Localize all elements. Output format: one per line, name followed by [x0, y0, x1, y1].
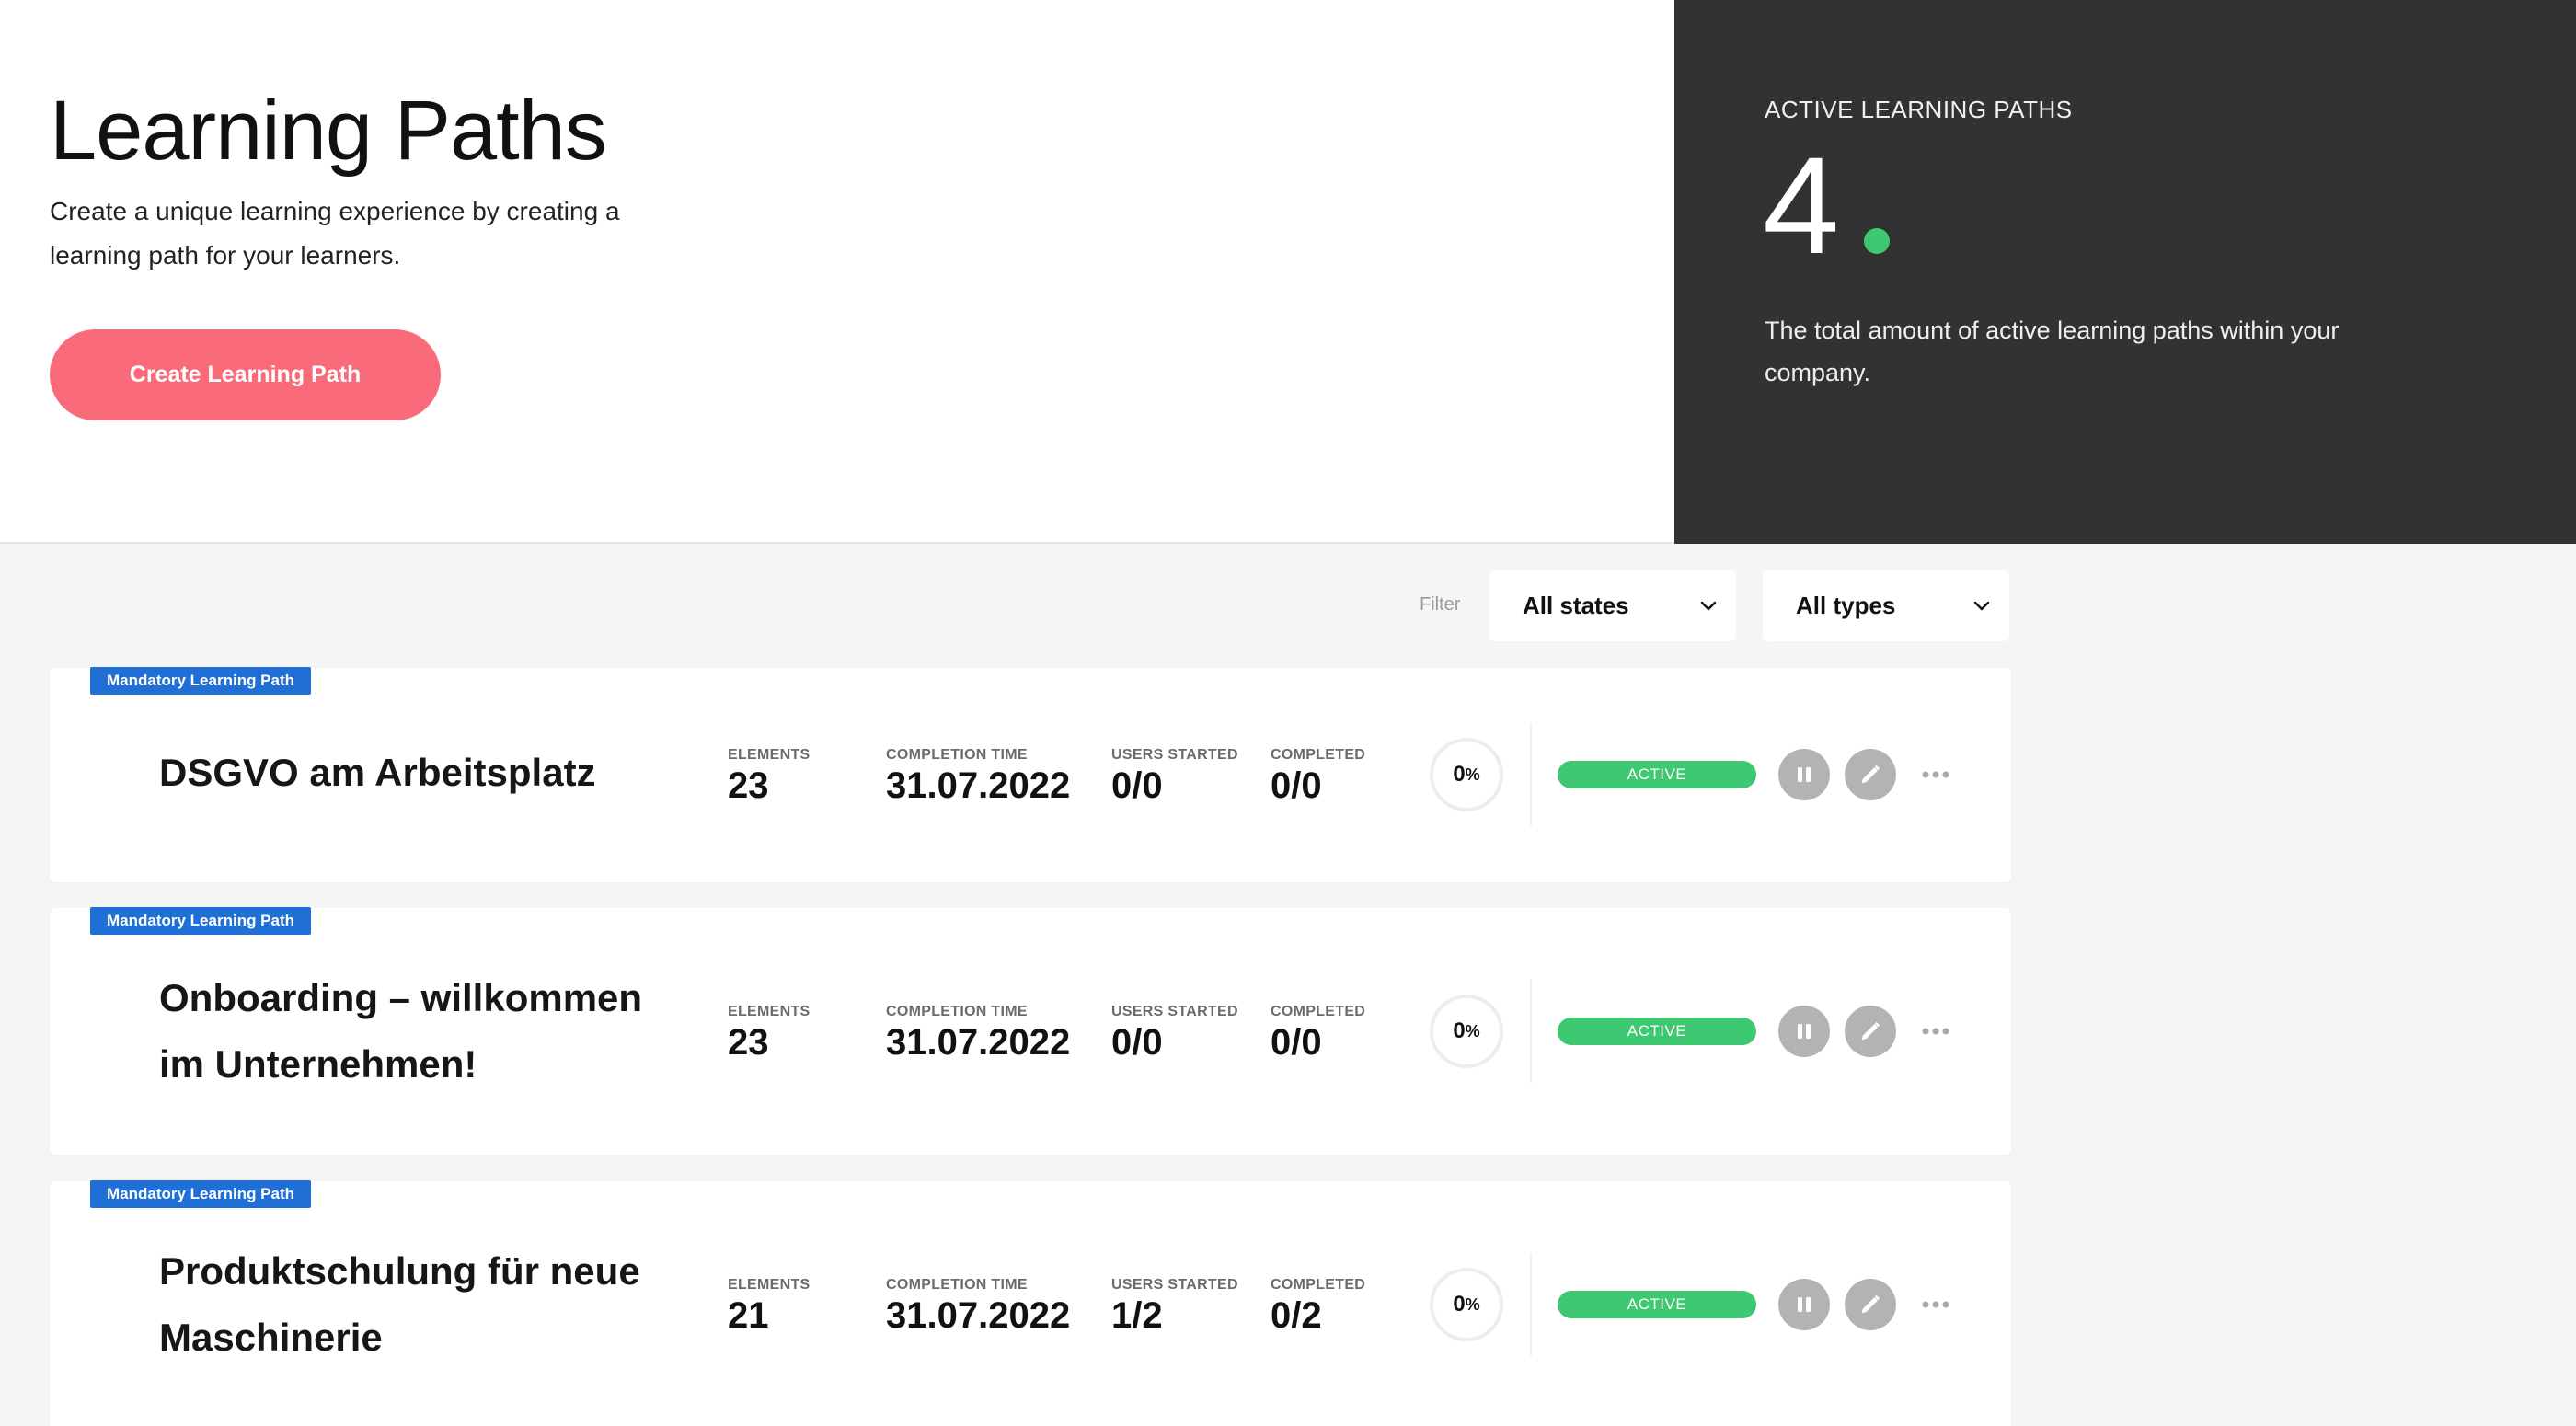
- status-badge: ACTIVE: [1558, 761, 1756, 788]
- completed-label: COMPLETED: [1271, 1277, 1366, 1293]
- elements-value: 23: [728, 765, 769, 806]
- completion-time-stat: COMPLETION TIME 31.07.2022: [886, 1277, 1070, 1337]
- pause-button[interactable]: [1778, 749, 1830, 800]
- filter-label: Filter: [1420, 594, 1461, 615]
- active-paths-description: The total amount of active learning path…: [1765, 316, 2340, 386]
- completion-time-label: COMPLETION TIME: [886, 1004, 1028, 1019]
- mandatory-tag: Mandatory Learning Path: [90, 667, 312, 695]
- learning-path-card[interactable]: Mandatory Learning Path DSGVO am Arbeits…: [50, 667, 2011, 882]
- pause-icon: [1798, 1024, 1811, 1039]
- completed-stat: COMPLETED 0/0: [1271, 747, 1365, 807]
- completed-label: COMPLETED: [1271, 747, 1366, 763]
- states-filter-select[interactable]: All states: [1489, 570, 1736, 641]
- pause-icon: [1798, 767, 1811, 782]
- users-started-label: USERS STARTED: [1111, 747, 1238, 763]
- progress-value: 0: [1453, 1292, 1466, 1317]
- users-started-value: 0/0: [1111, 765, 1163, 806]
- mandatory-tag: Mandatory Learning Path: [90, 907, 312, 935]
- more-horizontal-icon: [1922, 1028, 1949, 1035]
- pencil-icon: [1861, 1021, 1880, 1041]
- learning-path-title[interactable]: Produktschulung für neue Maschinerie: [159, 1238, 674, 1371]
- create-learning-path-button[interactable]: Create Learning Path: [50, 329, 441, 420]
- chevron-down-icon: [1700, 601, 1717, 611]
- more-options-button[interactable]: [1910, 756, 1961, 793]
- active-paths-panel: ACTIVE LEARNING PATHS 4 The total amount…: [1674, 0, 2576, 544]
- users-started-label: USERS STARTED: [1111, 1277, 1238, 1293]
- completed-label: COMPLETED: [1271, 1004, 1366, 1019]
- status-badge: ACTIVE: [1558, 1018, 1756, 1045]
- completed-value: 0/2: [1271, 1295, 1322, 1336]
- learning-path-card[interactable]: Mandatory Learning Path Produktschulung …: [50, 1180, 2011, 1426]
- completion-time-value: 31.07.2022: [886, 1022, 1071, 1063]
- divider: [1530, 980, 1532, 1083]
- elements-stat: ELEMENTS 23: [728, 1004, 811, 1064]
- elements-value: 23: [728, 1022, 769, 1063]
- completion-time-label: COMPLETION TIME: [886, 1277, 1028, 1293]
- elements-label: ELEMENTS: [728, 1277, 811, 1293]
- users-started-stat: USERS STARTED 0/0: [1111, 747, 1238, 807]
- mandatory-tag: Mandatory Learning Path: [90, 1180, 312, 1208]
- progress-unit: %: [1465, 1021, 1480, 1041]
- divider: [1530, 1253, 1532, 1356]
- types-filter-value: All types: [1796, 592, 1896, 619]
- progress-ring: 0%: [1430, 995, 1503, 1068]
- progress-unit: %: [1465, 765, 1480, 784]
- page-description: Create a unique learning experience by c…: [50, 197, 620, 270]
- learning-path-title[interactable]: Onboarding – willkommen im Unternehmen!: [159, 965, 674, 1098]
- completion-time-label: COMPLETION TIME: [886, 747, 1028, 763]
- active-paths-label: ACTIVE LEARNING PATHS: [1765, 96, 2073, 123]
- more-options-button[interactable]: [1910, 1286, 1961, 1323]
- completion-time-stat: COMPLETION TIME 31.07.2022: [886, 1004, 1070, 1064]
- active-paths-count: 4: [1763, 128, 1840, 282]
- completed-stat: COMPLETED 0/0: [1271, 1004, 1365, 1064]
- more-options-button[interactable]: [1910, 1013, 1961, 1050]
- progress-ring: 0%: [1430, 738, 1503, 811]
- status-badge: ACTIVE: [1558, 1291, 1756, 1318]
- users-started-value: 1/2: [1111, 1295, 1163, 1336]
- edit-button[interactable]: [1845, 749, 1896, 800]
- elements-label: ELEMENTS: [728, 747, 811, 763]
- chevron-down-icon: [1973, 601, 1990, 611]
- completed-value: 0/0: [1271, 765, 1322, 806]
- more-horizontal-icon: [1922, 1301, 1949, 1308]
- users-started-label: USERS STARTED: [1111, 1004, 1238, 1019]
- users-started-stat: USERS STARTED 0/0: [1111, 1004, 1238, 1064]
- elements-label: ELEMENTS: [728, 1004, 811, 1019]
- page-header: Learning Paths Create a unique learning …: [0, 0, 1674, 544]
- completed-value: 0/0: [1271, 1022, 1322, 1063]
- pencil-icon: [1861, 1294, 1880, 1314]
- completion-time-value: 31.07.2022: [886, 765, 1071, 806]
- learning-path-card[interactable]: Mandatory Learning Path Onboarding – wil…: [50, 907, 2011, 1155]
- elements-value: 21: [728, 1295, 769, 1336]
- completion-time-value: 31.07.2022: [886, 1295, 1071, 1336]
- completed-stat: COMPLETED 0/2: [1271, 1277, 1365, 1337]
- progress-unit: %: [1465, 1294, 1480, 1314]
- completion-time-stat: COMPLETION TIME 31.07.2022: [886, 747, 1070, 807]
- page-title: Learning Paths: [50, 84, 607, 178]
- progress-ring: 0%: [1430, 1268, 1503, 1341]
- types-filter-select[interactable]: All types: [1763, 570, 2009, 641]
- users-started-value: 0/0: [1111, 1022, 1163, 1063]
- elements-stat: ELEMENTS 21: [728, 1277, 811, 1337]
- more-horizontal-icon: [1922, 771, 1949, 778]
- pause-button[interactable]: [1778, 1279, 1830, 1330]
- progress-value: 0: [1453, 1018, 1466, 1043]
- pause-button[interactable]: [1778, 1006, 1830, 1057]
- pause-icon: [1798, 1297, 1811, 1312]
- progress-value: 0: [1453, 762, 1466, 787]
- pencil-icon: [1861, 765, 1880, 784]
- divider: [1530, 723, 1532, 826]
- edit-button[interactable]: [1845, 1006, 1896, 1057]
- edit-button[interactable]: [1845, 1279, 1896, 1330]
- elements-stat: ELEMENTS 23: [728, 747, 811, 807]
- states-filter-value: All states: [1523, 592, 1629, 619]
- status-dot: [1864, 228, 1890, 254]
- users-started-stat: USERS STARTED 1/2: [1111, 1277, 1238, 1337]
- learning-path-title[interactable]: DSGVO am Arbeitsplatz: [159, 740, 674, 806]
